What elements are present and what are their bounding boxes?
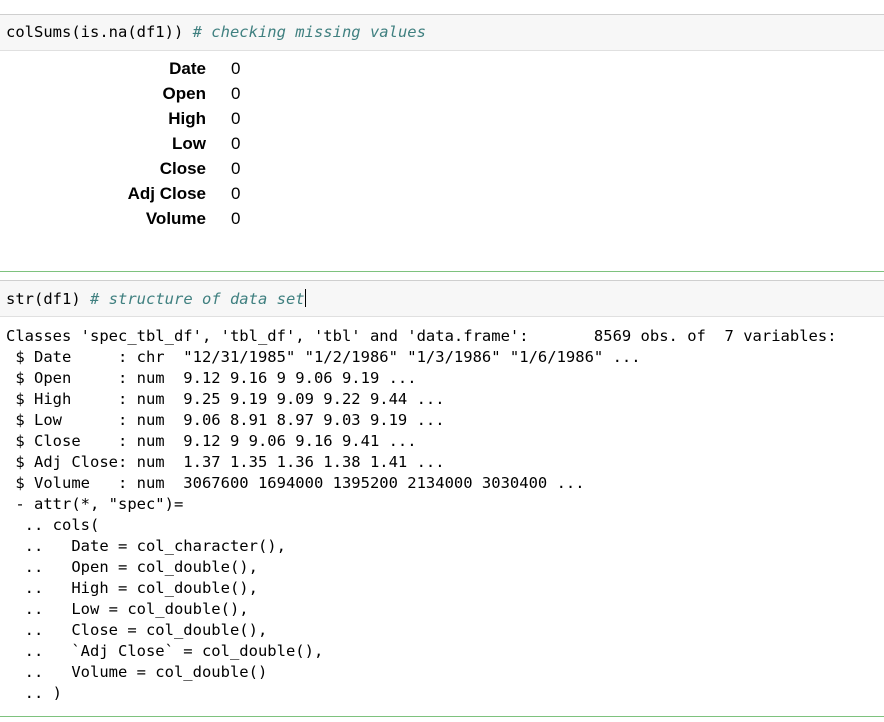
output-line: .. Open = col_double(),: [6, 558, 258, 576]
output-line: $ Low : num 9.06 8.91 8.97 9.03 9.19 ...: [6, 411, 445, 429]
na-count-value: 0: [231, 209, 241, 228]
code-line-1[interactable]: colSums(is.na(df1)) # checking missing v…: [6, 23, 426, 41]
na-count-row: Date 0: [0, 59, 884, 84]
output-line: .. Volume = col_double(): [6, 663, 268, 681]
code-cell-1[interactable]: colSums(is.na(df1)) # checking missing v…: [0, 14, 884, 51]
column-name: Adj Close: [127, 184, 206, 203]
output-line: .. Low = col_double(),: [6, 600, 249, 618]
text-cursor: [304, 289, 306, 307]
na-count-value: 0: [231, 134, 241, 153]
str-output: Classes 'spec_tbl_df', 'tbl_df', 'tbl' a…: [6, 326, 837, 704]
na-count-row: Adj Close 0: [0, 184, 884, 209]
output-line: $ Close : num 9.12 9 9.06 9.16 9.41 ...: [6, 432, 417, 450]
output-line: .. `Adj Close` = col_double(),: [6, 642, 324, 660]
output-line: .. Date = col_character(),: [6, 537, 286, 555]
na-count-row: Volume 0: [0, 209, 884, 234]
na-count-value: 0: [231, 109, 241, 128]
cell-divider: [0, 716, 884, 717]
code-comment: # structure of data set: [90, 290, 305, 308]
output-line: .. cols(: [6, 516, 100, 534]
na-count-row: Open 0: [0, 84, 884, 109]
na-count-output: Date 0 Open 0 High 0 Low 0 Close 0 Adj Close 0 Volum…: [0, 59, 884, 234]
na-count-value: 0: [231, 59, 241, 78]
column-name: Date: [169, 59, 206, 78]
output-line: $ High : num 9.25 9.19 9.09 9.22 9.44 ..…: [6, 390, 445, 408]
code-line-2[interactable]: str(df1) # structure of data set: [6, 289, 306, 308]
na-count-row: Low 0: [0, 134, 884, 159]
code-comment: # checking missing values: [192, 23, 426, 41]
code-cell-2[interactable]: str(df1) # structure of data set: [0, 280, 884, 317]
output-line: $ Date : chr "12/31/1985" "1/2/1986" "1/…: [6, 348, 641, 366]
output-line: $ Adj Close: num 1.37 1.35 1.36 1.38 1.4…: [6, 453, 445, 471]
code-text: colSums(is.na(df1)): [6, 23, 193, 41]
na-count-row: High 0: [0, 109, 884, 134]
na-count-value: 0: [231, 159, 241, 178]
column-name: Open: [162, 84, 206, 103]
na-count-row: Close 0: [0, 159, 884, 184]
na-count-value: 0: [231, 184, 241, 203]
output-line: Classes 'spec_tbl_df', 'tbl_df', 'tbl' a…: [6, 327, 837, 345]
cell-divider: [0, 271, 884, 272]
column-name: Close: [159, 159, 206, 178]
na-count-value: 0: [231, 84, 241, 103]
output-line: $ Open : num 9.12 9.16 9 9.06 9.19 ...: [6, 369, 417, 387]
column-name: Volume: [145, 209, 206, 228]
output-line: $ Volume : num 3067600 1694000 1395200 2…: [6, 474, 585, 492]
output-line: - attr(*, "spec")=: [6, 495, 184, 513]
column-name: High: [168, 109, 206, 128]
output-line: .. High = col_double(),: [6, 579, 258, 597]
output-line: .. Close = col_double(),: [6, 621, 268, 639]
code-text: str(df1): [6, 290, 90, 308]
column-name: Low: [172, 134, 206, 153]
output-line: .. ): [6, 684, 62, 702]
